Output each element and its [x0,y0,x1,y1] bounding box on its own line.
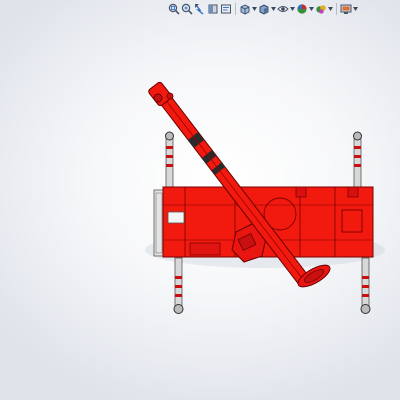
zoom-to-fit-icon [168,3,180,15]
zoom-to-fit-button[interactable] [168,2,180,16]
view-orientation-button[interactable] [239,2,251,16]
outrigger-rear-left[interactable] [173,257,184,314]
view-settings-dropdown-arrow[interactable] [352,2,358,16]
toolbar-separator [336,3,337,15]
apply-scene-dropdown-arrow[interactable] [328,2,334,16]
section-view-button[interactable] [207,2,219,16]
scene-icon [316,5,326,14]
chevron-down-icon [328,7,334,11]
edit-appearance-button[interactable] [296,2,308,16]
chevron-down-icon [309,7,314,11]
chevron-down-icon [352,7,358,11]
view-settings-button[interactable] [340,2,352,16]
dynamic-annotation-views-button[interactable] [220,2,232,16]
display-style-dropdown-arrow[interactable] [270,2,276,16]
edit-appearance-dropdown-arrow[interactable] [309,2,314,16]
zoom-to-area-icon [181,3,193,15]
apply-scene-button[interactable] [315,2,327,16]
outrigger-front-left[interactable] [165,131,174,189]
previous-view-button[interactable] [194,2,206,16]
outrigger-rear-right[interactable] [360,257,371,314]
view-orientation-dropdown-arrow[interactable] [251,2,257,16]
hide-show-items-button[interactable] [277,2,289,16]
appearance-sphere-icon [297,4,307,14]
outrigger-front-right[interactable] [353,131,362,189]
chevron-down-icon [270,7,276,11]
graphics-area[interactable] [0,20,400,400]
display-style-icon [259,4,269,15]
hide-show-dropdown-arrow[interactable] [289,2,295,16]
hide-show-eye-icon [277,6,289,12]
chevron-down-icon [289,7,295,11]
section-view-icon [208,4,218,14]
display-style-button[interactable] [258,2,270,16]
heads-up-view-toolbar [168,0,358,18]
dynamic-annotation-icon [221,4,231,14]
crane-model[interactable] [0,20,400,400]
chevron-down-icon [251,7,257,11]
view-settings-monitor-icon [340,4,352,14]
zoom-to-area-button[interactable] [181,2,193,16]
view-orientation-cube-icon [240,4,250,15]
previous-view-icon [195,4,204,15]
toolbar-separator [235,3,236,15]
